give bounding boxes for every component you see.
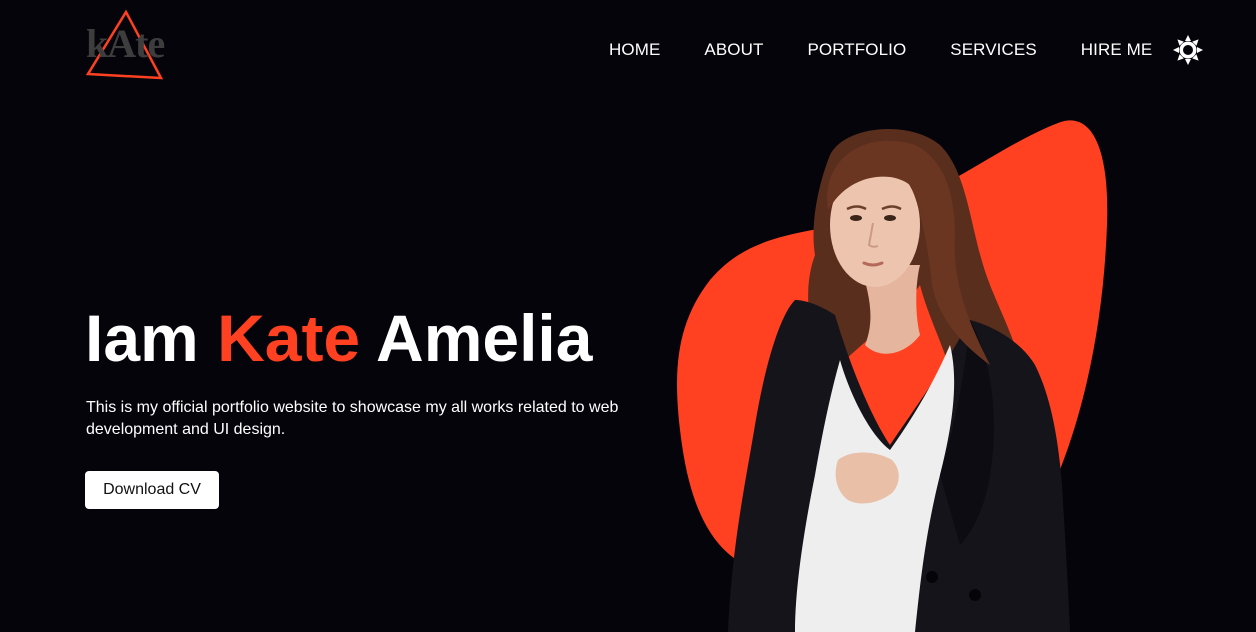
theme-toggle-button[interactable] bbox=[1172, 34, 1204, 66]
eye-left bbox=[850, 215, 862, 221]
logo[interactable]: kAte bbox=[84, 8, 176, 84]
logo-text: kAte bbox=[86, 21, 165, 66]
hero-title-highlight: Kate bbox=[217, 301, 361, 375]
nav-services[interactable]: SERVICES bbox=[950, 39, 1036, 61]
nav-home[interactable]: HOME bbox=[609, 39, 660, 61]
hero-title: Iam Kate Amelia bbox=[85, 298, 592, 378]
page: kAte HOME ABOUT PORTFOLIO SERVICES HIRE … bbox=[0, 0, 1256, 632]
coat-button bbox=[969, 589, 981, 601]
download-cv-button[interactable]: Download CV bbox=[85, 471, 219, 509]
hero-image bbox=[677, 120, 1108, 632]
hero-title-suffix: Amelia bbox=[376, 301, 593, 375]
nav-portfolio[interactable]: PORTFOLIO bbox=[807, 39, 906, 61]
eye-right bbox=[884, 215, 896, 221]
hero-description: This is my official portfolio website to… bbox=[86, 399, 619, 438]
nav-hire-me[interactable]: HIRE ME bbox=[1081, 39, 1153, 61]
sun-icon bbox=[1173, 35, 1204, 65]
nav-about[interactable]: ABOUT bbox=[704, 39, 763, 61]
coat-button bbox=[926, 571, 938, 583]
main-nav: HOME ABOUT PORTFOLIO SERVICES HIRE ME bbox=[609, 34, 1204, 66]
hero-title-prefix: Iam bbox=[85, 301, 199, 375]
